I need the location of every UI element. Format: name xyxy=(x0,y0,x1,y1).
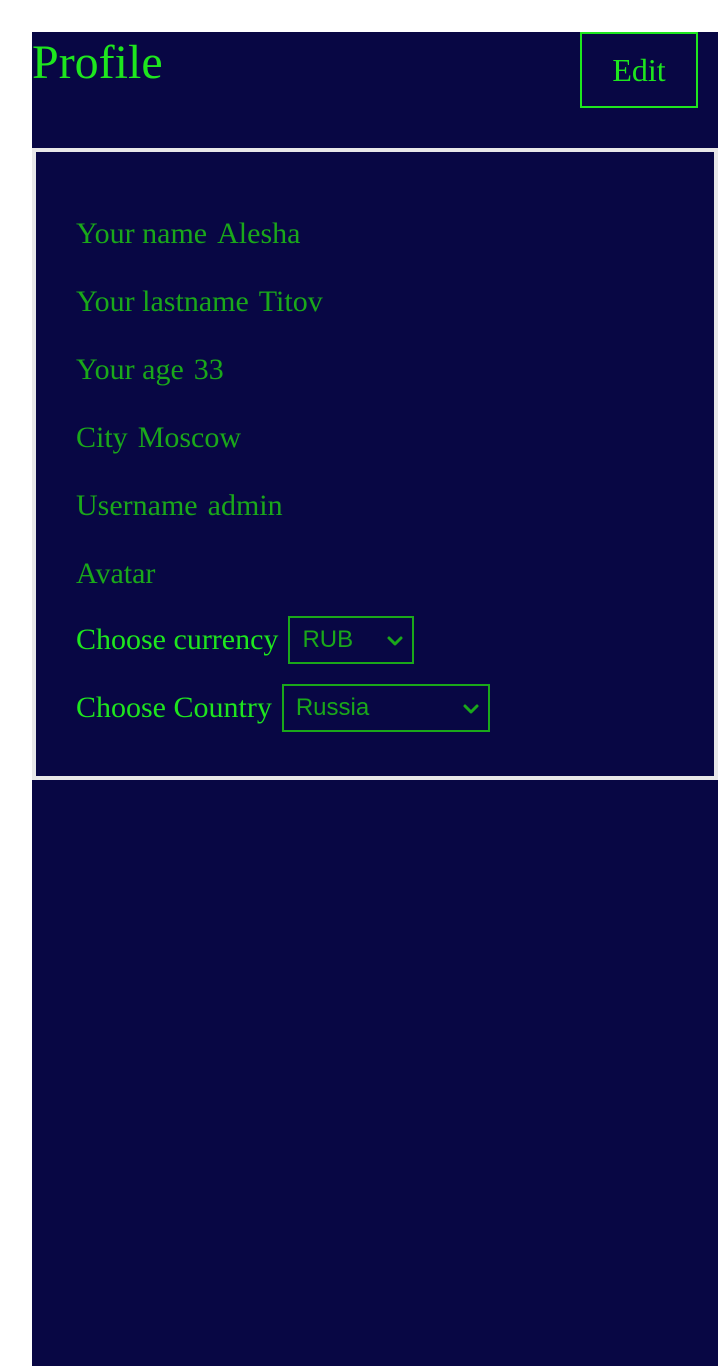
field-city-label: City xyxy=(76,421,128,454)
field-username-label: Username xyxy=(76,489,198,522)
field-city-value: Moscow xyxy=(137,421,242,454)
field-age: Your age 33 xyxy=(76,350,224,390)
field-age-label: Your age xyxy=(76,353,184,386)
field-username-value: admin xyxy=(207,489,283,522)
field-lastname-value: Titov xyxy=(258,285,323,318)
field-lastname: Your lastname Titov xyxy=(76,282,323,322)
currency-row: Choose currency RUB xyxy=(76,616,415,664)
field-avatar-label: Avatar xyxy=(76,557,156,590)
field-name-label: Your name xyxy=(76,217,208,250)
field-avatar: Avatar xyxy=(76,554,165,594)
edit-button[interactable]: Edit xyxy=(580,32,698,108)
field-lastname-label: Your lastname xyxy=(76,285,249,318)
country-select[interactable]: Russia xyxy=(281,684,490,732)
chevron-down-icon xyxy=(387,636,403,646)
field-name-value: Alesha xyxy=(217,217,301,250)
field-age-value: 33 xyxy=(193,353,224,386)
country-row: Choose Country Russia xyxy=(76,684,490,732)
country-label: Choose Country xyxy=(76,691,272,724)
chevron-down-icon xyxy=(463,704,479,714)
field-city: City Moscow xyxy=(76,418,241,458)
currency-label: Choose currency xyxy=(76,623,279,656)
country-selected-value: Russia xyxy=(295,694,370,721)
page-title: Profile xyxy=(32,36,163,89)
field-username: Username admin xyxy=(76,486,283,526)
profile-page: Profile Edit Your name Alesha Your lastn… xyxy=(32,32,718,1366)
field-name: Your name Alesha xyxy=(76,214,300,254)
currency-selected-value: RUB xyxy=(302,626,354,653)
profile-header: Profile Edit xyxy=(32,32,718,148)
profile-card: Your name Alesha Your lastname Titov You… xyxy=(32,148,718,780)
currency-select[interactable]: RUB xyxy=(288,616,415,664)
